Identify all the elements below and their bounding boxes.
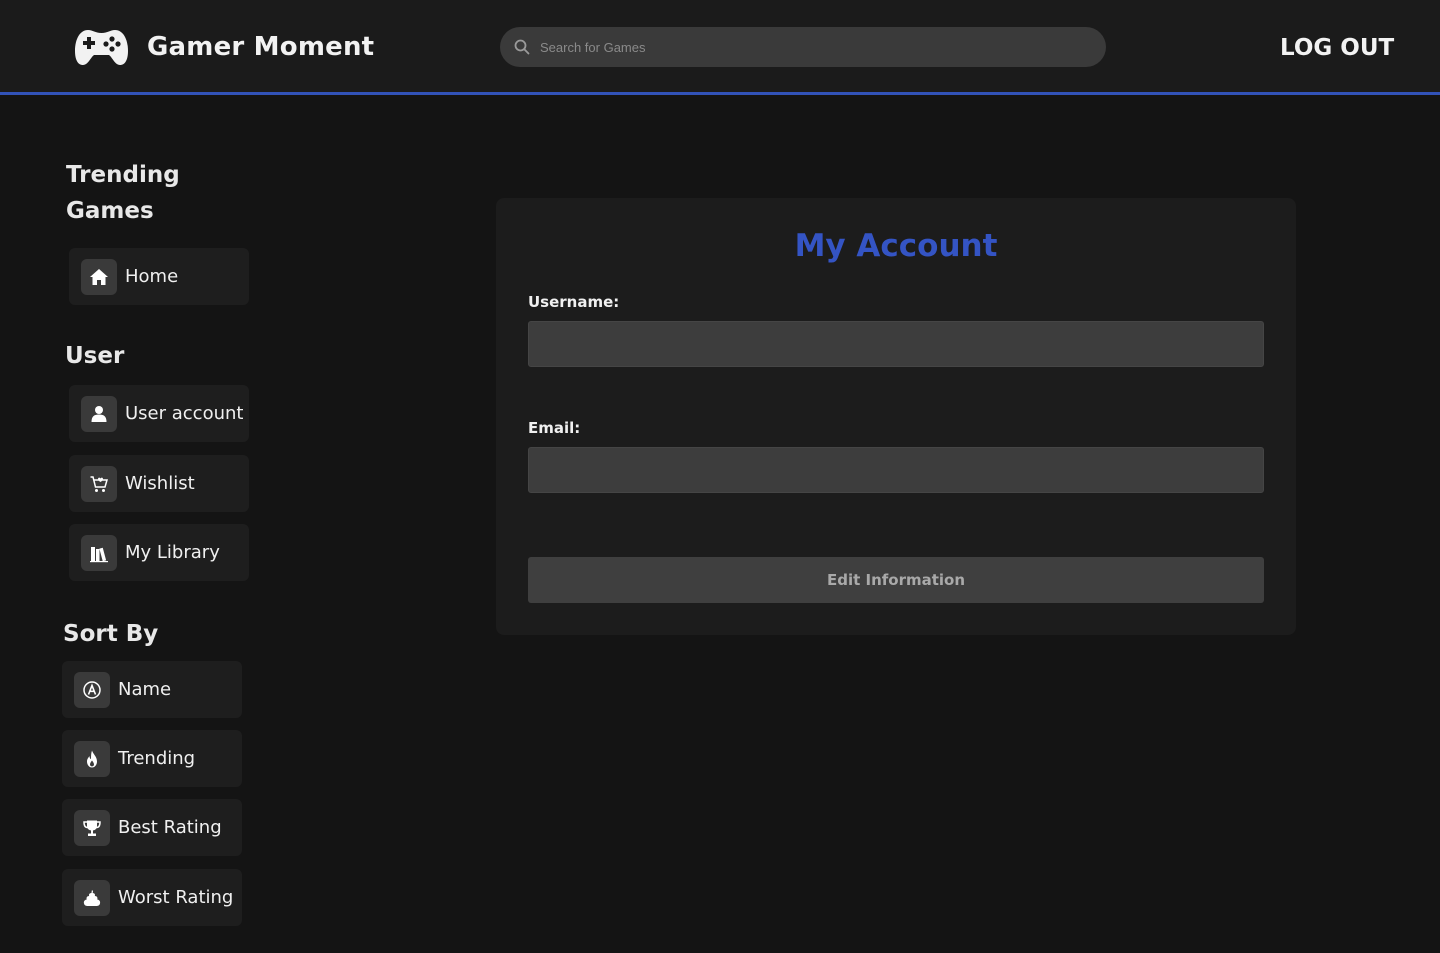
username-field[interactable]: [528, 321, 1264, 367]
email-label: Email:: [528, 419, 581, 437]
home-icon: [81, 258, 117, 295]
account-card: My Account Username: Email: Edit Informa…: [496, 198, 1296, 635]
user-heading: User: [65, 343, 125, 369]
sort-item-label: Name: [118, 679, 172, 700]
trending-games-heading: Trending Games: [66, 162, 180, 224]
letter-a-icon: [74, 671, 110, 708]
sidebar-item-label: Home: [125, 266, 179, 287]
sidebar-item-home[interactable]: Home: [69, 248, 249, 305]
sidebar-item-wishlist[interactable]: Wishlist: [69, 455, 249, 512]
search-bar: [500, 27, 1106, 67]
search-input[interactable]: [540, 27, 1080, 67]
email-field[interactable]: [528, 447, 1264, 493]
logout-button[interactable]: LOG OUT: [1280, 32, 1394, 64]
sidebar-item-user-account[interactable]: User account: [69, 385, 249, 442]
app-logo[interactable]: Gamer Moment: [74, 27, 374, 67]
library-icon: [81, 534, 117, 571]
sort-by-heading: Sort By: [63, 621, 159, 647]
user-icon: [81, 395, 117, 432]
username-label: Username:: [528, 293, 620, 311]
sort-item-name[interactable]: Name: [62, 661, 242, 718]
fire-icon: [74, 740, 110, 777]
search-icon: [514, 39, 530, 55]
sort-item-label: Best Rating: [118, 817, 222, 838]
sort-item-worst-rating[interactable]: Worst Rating: [62, 869, 242, 926]
sidebar-item-label: User account: [125, 403, 244, 424]
sidebar-item-my-library[interactable]: My Library: [69, 524, 249, 581]
poop-icon: [74, 879, 110, 916]
sidebar-item-label: Wishlist: [125, 473, 195, 494]
app-name: Gamer Moment: [147, 32, 375, 62]
sort-item-trending[interactable]: Trending: [62, 730, 242, 787]
trophy-icon: [74, 809, 110, 846]
top-navbar: Gamer Moment LOG OUT: [0, 0, 1440, 95]
sort-item-best-rating[interactable]: Best Rating: [62, 799, 242, 856]
gamepad-icon: [75, 30, 128, 65]
sort-item-label: Trending: [118, 748, 196, 769]
page-title: My Account: [794, 228, 998, 264]
sidebar-item-label: My Library: [125, 542, 220, 563]
cart-icon: [81, 465, 117, 502]
edit-information-button[interactable]: Edit Information: [528, 557, 1264, 603]
sort-item-label: Worst Rating: [118, 887, 234, 908]
